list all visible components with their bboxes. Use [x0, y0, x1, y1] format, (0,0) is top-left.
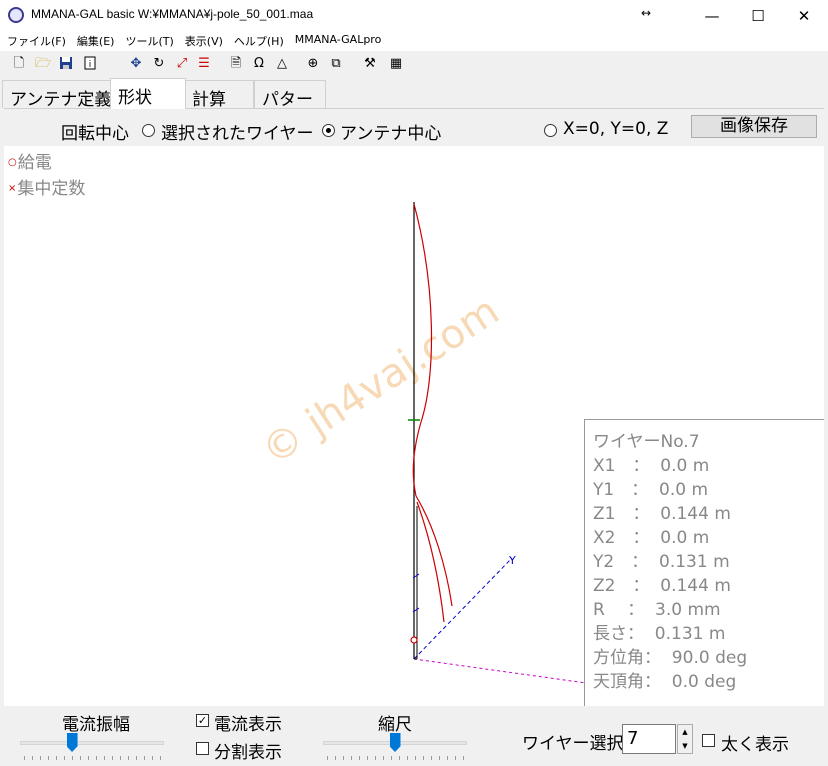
wire-select-spinner[interactable]: ▲ ▼: [677, 724, 693, 754]
tab-strip: アンテナ定義 形状 計算 パターン: [0, 78, 828, 135]
feed-point-marker: [410, 636, 418, 644]
info-icon[interactable]: i: [82, 56, 98, 72]
current-amplitude-label: 電流振幅: [62, 715, 130, 735]
split-view-label: 分割表示: [214, 743, 282, 763]
menu-file[interactable]: ファイル(F): [0, 31, 66, 51]
wire-info-z2: Z2 ： 0.144 m: [593, 576, 731, 596]
scale-slider[interactable]: [389, 733, 401, 752]
wire-select-input[interactable]: 7: [622, 724, 676, 754]
wire-select-label: ワイヤー選択: [522, 734, 624, 754]
move-arrows-icon[interactable]: ✥: [128, 56, 144, 72]
rotate-icon[interactable]: ↻: [151, 56, 167, 72]
wire-info-y2: Y2 ： 0.131 m: [593, 552, 730, 572]
ohm-icon[interactable]: Ω: [251, 56, 267, 72]
wire-info-radius: R ： 3.0 mm: [593, 600, 721, 620]
wire-info-azimuth: 方位角： 90.0 deg: [593, 648, 748, 668]
wire-list-icon[interactable]: ☰: [196, 56, 212, 72]
svg-text:i: i: [89, 60, 92, 70]
window-title: MMANA-GAL basic W:¥MMANA¥j-pole_50_001.m…: [31, 7, 314, 21]
wire-info-z1: Z1 ： 0.144 m: [593, 504, 731, 524]
copy-icon[interactable]: ⧉: [328, 56, 344, 72]
radio-antenna-center[interactable]: [322, 124, 335, 137]
toolbar: 🗋 🗁 i ✥ ↻ ⤢ ☰ 🗎 Ω △ ⊕ ⧉ ⚒ ▦: [0, 52, 828, 76]
tab-antenna-definition[interactable]: アンテナ定義: [2, 80, 119, 110]
wire-info-x2: X2 ： 0.0 m: [593, 528, 710, 548]
radio-selected-wire[interactable]: [142, 124, 155, 137]
open-folder-icon[interactable]: 🗁: [35, 56, 51, 72]
scale-label: 縮尺: [378, 715, 412, 735]
new-file-icon[interactable]: 🗋: [11, 56, 27, 72]
save-disk-icon[interactable]: [58, 56, 74, 72]
wire-info-y1: Y1 ： 0.0 m: [593, 480, 709, 500]
thick-view-checkbox[interactable]: [702, 734, 715, 747]
wire-info-x1: X1 ： 0.0 m: [593, 456, 710, 476]
triangle-icon[interactable]: △: [274, 56, 290, 72]
wire-info-length: 長さ： 0.131 m: [593, 624, 726, 644]
menu-view[interactable]: 表示(V): [178, 31, 223, 51]
wire-info-panel: ワイヤーNo.7 X1 ： 0.0 m Y1 ： 0.0 m Z1 ： 0.14…: [584, 419, 824, 706]
wire-info-zenith: 天頂角： 0.0 deg: [593, 672, 737, 692]
resize-indicator-icon: ↔: [641, 6, 652, 20]
show-current-label: 電流表示: [214, 715, 282, 735]
radio-selected-wire-label: 選択されたワイヤー: [161, 124, 314, 144]
calculator-icon[interactable]: ▦: [388, 56, 404, 72]
wire-info-title: ワイヤーNo.7: [593, 432, 700, 452]
rotation-center-label: 回転中心: [61, 124, 129, 144]
y-axis-label: Y: [508, 554, 516, 567]
split-view-checkbox[interactable]: [196, 742, 209, 755]
current-curve-main: [412, 203, 433, 497]
title-bar: MMANA-GAL basic W:¥MMANA¥j-pole_50_001.m…: [0, 0, 828, 31]
app-icon[interactable]: [8, 7, 24, 23]
menu-tools[interactable]: ツール(T): [118, 31, 173, 51]
bottom-controls: 電流振幅 ✓ 電流表示 分割表示 縮尺 ワイヤー選択 7 ▲ ▼ 太く表示: [0, 706, 828, 766]
tab-calculation[interactable]: 計算: [184, 80, 254, 110]
tab-pattern[interactable]: パターン: [254, 80, 326, 135]
spin-up-icon[interactable]: ▲: [678, 725, 692, 739]
tools-icon[interactable]: ⚒: [362, 56, 378, 72]
save-image-button[interactable]: 画像保存: [691, 115, 817, 138]
current-curve-stub-inner: [416, 501, 445, 623]
tab-geometry[interactable]: 形状: [110, 78, 186, 109]
close-button[interactable]: ✕: [781, 0, 827, 31]
menu-pro[interactable]: MMANA-GALpro: [288, 31, 382, 51]
radio-antenna-center-label: アンテナ中心: [340, 124, 442, 144]
current-curve-stub-outer: [415, 495, 453, 607]
crosshair-icon[interactable]: ⊕: [305, 56, 321, 72]
menu-edit[interactable]: 編集(E): [70, 31, 115, 51]
page-icon[interactable]: 🗎: [228, 56, 244, 72]
current-amplitude-track[interactable]: [20, 741, 164, 745]
zoom-icon[interactable]: ⤢: [174, 56, 190, 72]
maximize-button[interactable]: ☐: [735, 0, 781, 31]
current-amplitude-slider[interactable]: [66, 733, 78, 752]
menu-help[interactable]: ヘルプ(H): [227, 31, 284, 51]
scale-ticks: [327, 756, 465, 760]
minimize-button[interactable]: —: [689, 0, 735, 31]
menu-bar: ファイル(F) 編集(E) ツール(T) 表示(V) ヘルプ(H) MMANA-…: [0, 31, 828, 51]
show-current-checkbox[interactable]: ✓: [196, 714, 209, 727]
y-axis-line: [413, 557, 513, 660]
spin-down-icon[interactable]: ▼: [678, 739, 692, 753]
radio-origin[interactable]: [544, 124, 557, 137]
current-amplitude-ticks: [24, 756, 162, 760]
geometry-canvas[interactable]: ○給電 ×集中定数 © jh4vaj.com Y ワイヤーNo.7 X1 ： 0…: [4, 146, 824, 706]
rotation-options-bar: 回転中心 選択されたワイヤー アンテナ中心 X=0, Y=0, Z 画像保存: [4, 108, 824, 146]
radio-origin-label: X=0, Y=0, Z: [563, 119, 669, 139]
thick-view-label: 太く表示: [721, 735, 789, 755]
